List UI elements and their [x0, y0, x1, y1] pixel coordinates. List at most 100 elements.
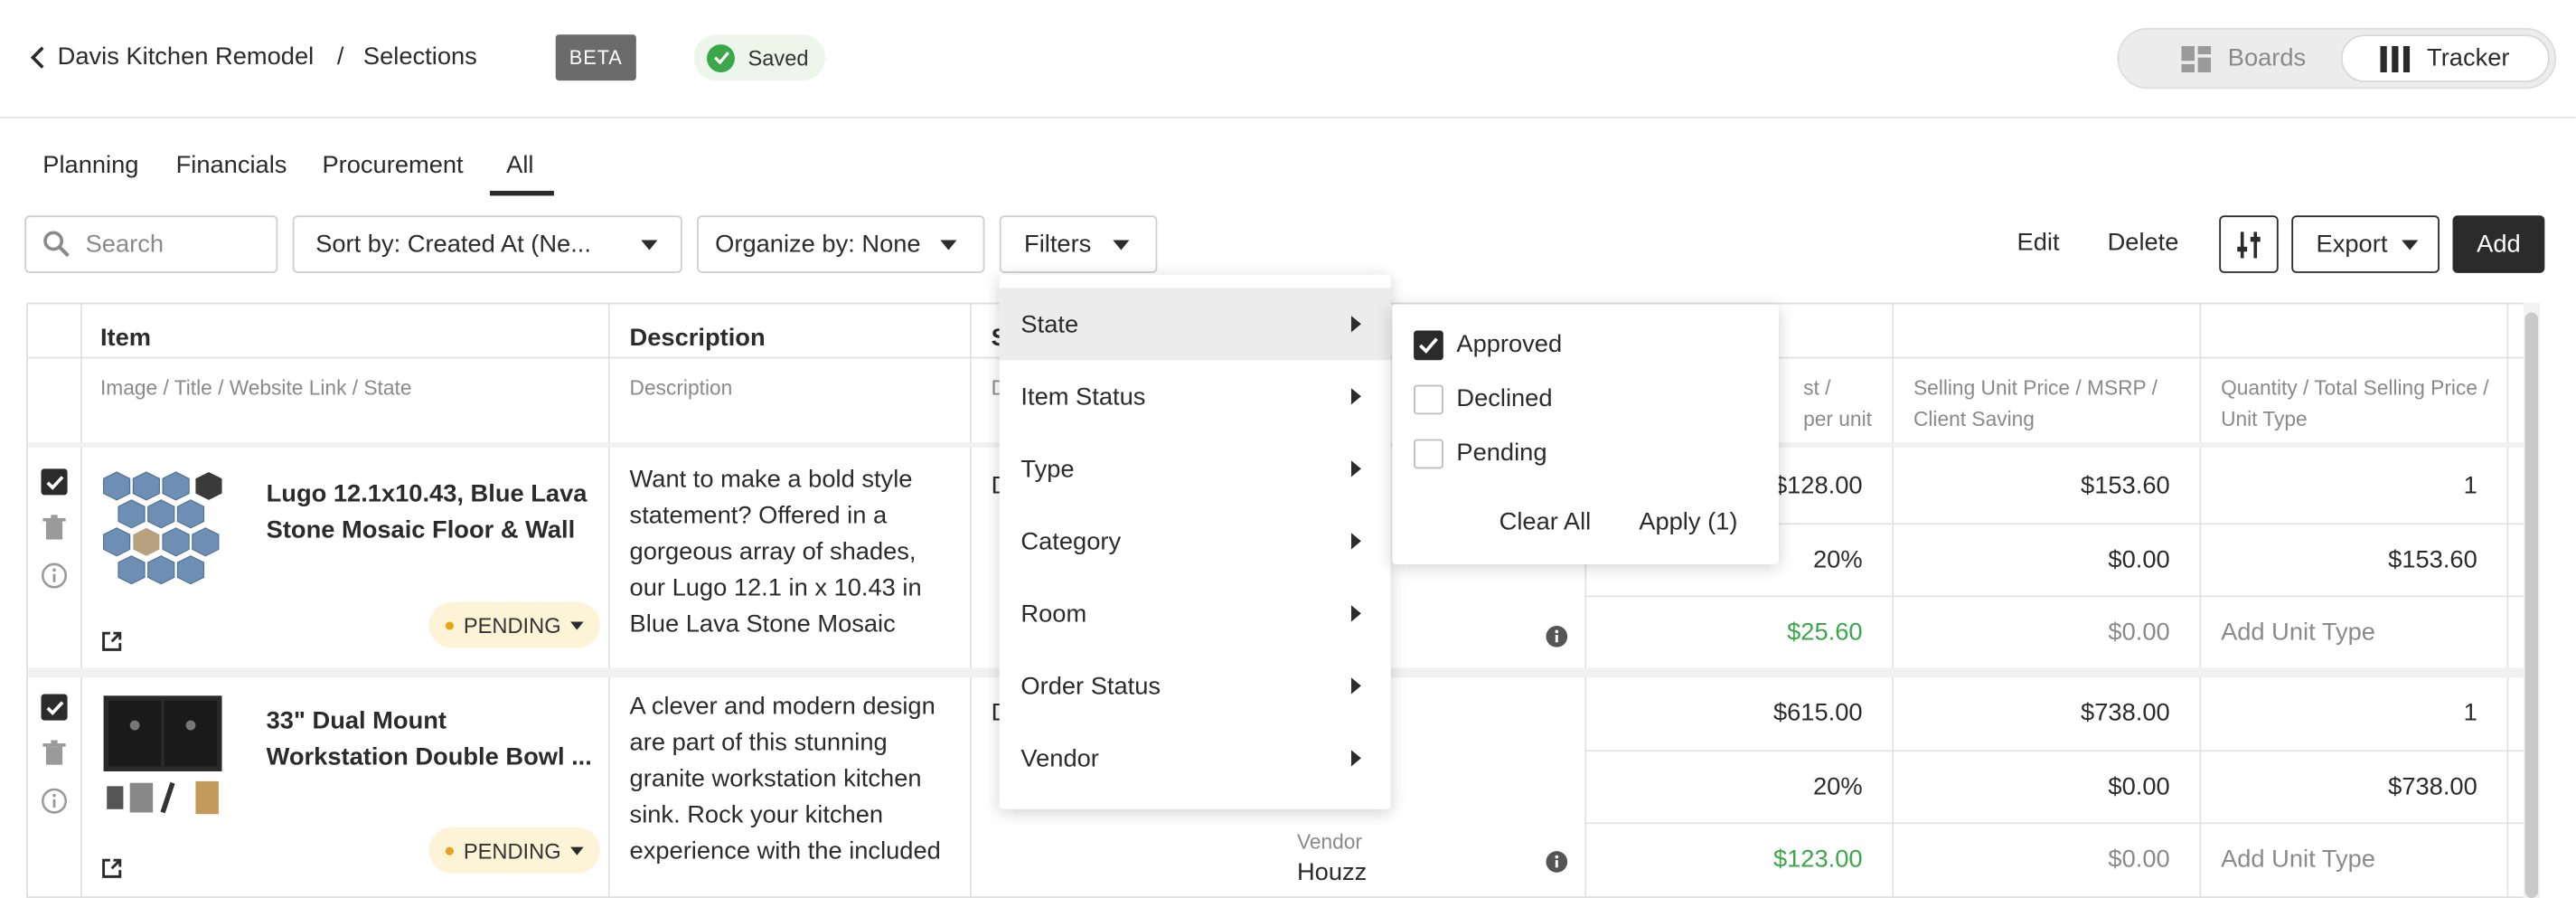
saved-status: Saved	[693, 34, 825, 81]
tab-all[interactable]: All	[506, 151, 533, 179]
menu-item-label: Room	[1020, 599, 1087, 628]
export-button[interactable]: Export	[2291, 215, 2440, 273]
filter-menu-item-state[interactable]: State	[999, 288, 1391, 361]
header-cost-sub-1: st /	[1803, 376, 1831, 400]
breadcrumb-project[interactable]: Davis Kitchen Remodel	[58, 43, 315, 71]
trash-icon[interactable]	[42, 740, 66, 766]
column-settings-button[interactable]	[2219, 215, 2279, 273]
filter-menu-item-type[interactable]: Type	[1000, 434, 1391, 503]
export-label: Export	[2316, 230, 2388, 259]
saving-cell: $25.60	[1787, 618, 1863, 647]
msrp-cell[interactable]: $0.00	[1892, 546, 2169, 574]
vendor-value[interactable]: Houzz	[1297, 858, 1367, 886]
quantity-cell[interactable]: 1	[2199, 699, 2477, 727]
filter-menu-item-item-status[interactable]: Item Status	[1000, 362, 1391, 430]
beta-badge: BETA	[555, 34, 636, 81]
item-title[interactable]: Lugo 12.1x10.43, Blue Lava Stone Mosaic …	[267, 477, 596, 556]
info-icon[interactable]	[41, 562, 68, 589]
quantity-cell[interactable]: 1	[2199, 472, 2477, 500]
filters-button[interactable]: Filters	[999, 215, 1158, 273]
boards-toggle[interactable]: Boards	[2162, 34, 2327, 82]
caret-down-icon	[940, 239, 957, 250]
filter-menu-item-room[interactable]: Room	[1000, 579, 1391, 648]
approved-label[interactable]: Approved	[1456, 331, 1562, 359]
tab-procurement[interactable]: Procurement	[322, 151, 463, 179]
clear-all-button[interactable]: Clear All	[1500, 508, 1592, 536]
apply-button[interactable]: Apply (1)	[1639, 508, 1737, 536]
scrollbar-thumb[interactable]	[2524, 312, 2539, 898]
status-dot	[445, 846, 454, 855]
search-icon	[43, 231, 70, 258]
state-badge[interactable]: PENDING	[428, 827, 601, 874]
state-submenu: Approved Declined Pending Clear All Appl…	[1392, 304, 1779, 564]
check-icon	[1419, 337, 1438, 354]
header-description-sub: Description	[629, 376, 733, 400]
state-label: PENDING	[463, 612, 561, 638]
header-selling-sub: Selling Unit Price / MSRP / Client Savin…	[1913, 376, 2158, 431]
selling-price-cell[interactable]: $153.60	[1892, 472, 2170, 500]
back-icon[interactable]	[30, 46, 52, 72]
saving-cell: $123.00	[1772, 845, 1863, 874]
filter-menu-item-category[interactable]: Category	[1000, 506, 1391, 575]
chevron-right-icon	[1350, 605, 1361, 622]
info-icon[interactable]	[41, 788, 68, 814]
approved-checkbox[interactable]	[1414, 330, 1443, 361]
row-checkbox[interactable]	[41, 468, 68, 496]
total-cell: $153.60	[2388, 545, 2477, 574]
item-image[interactable]	[100, 468, 229, 597]
menu-item-label: State	[1020, 309, 1079, 338]
tab-financials[interactable]: Financials	[176, 151, 287, 179]
caret-down-icon	[1113, 239, 1130, 250]
chevron-right-icon	[1350, 533, 1361, 550]
row-checkbox[interactable]	[41, 694, 68, 721]
state-badge[interactable]: PENDING	[428, 601, 601, 648]
state-label: PENDING	[463, 837, 561, 863]
msrp-cell[interactable]: $0.00	[1892, 773, 2169, 801]
item-image[interactable]	[100, 694, 229, 822]
filter-menu-item-order-status[interactable]: Order Status	[1000, 651, 1391, 720]
vendor-label: Vendor	[1296, 830, 1363, 854]
column-divider	[1892, 304, 1894, 897]
unit-type-cell[interactable]: Add Unit Type	[2221, 619, 2375, 647]
add-button[interactable]: Add	[2452, 215, 2545, 273]
pending-checkbox[interactable]	[1414, 439, 1443, 469]
boards-label: Boards	[2227, 44, 2307, 73]
markup-cell[interactable]: 20%	[1584, 773, 1863, 801]
pending-label[interactable]: Pending	[1456, 440, 1547, 468]
declined-label[interactable]: Declined	[1456, 385, 1552, 413]
selling-price-cell[interactable]: $738.00	[1892, 699, 2170, 727]
filter-menu: State Item Status Type Category Room Ord…	[999, 274, 1391, 809]
unit-type-cell[interactable]: Add Unit Type	[2221, 846, 2375, 874]
trash-icon[interactable]	[42, 515, 66, 541]
search-input[interactable]: Search	[24, 215, 278, 273]
external-link-icon[interactable]	[102, 631, 122, 651]
row-divider	[1584, 750, 2539, 752]
edit-button[interactable]: Edit	[2017, 229, 2060, 257]
delete-button[interactable]: Delete	[2108, 229, 2179, 257]
sort-label: Sort by: Created At (Ne...	[315, 230, 591, 259]
tracker-toggle[interactable]: Tracker	[2340, 34, 2550, 82]
item-title[interactable]: 33" Dual Mount Workstation Double Bowl .…	[267, 704, 596, 783]
client-saving-cell: $0.00	[2108, 618, 2170, 647]
breadcrumb-separator: /	[336, 43, 344, 71]
external-link-icon[interactable]	[102, 858, 122, 878]
header-item[interactable]: Item	[100, 324, 151, 352]
tab-planning[interactable]: Planning	[42, 151, 138, 179]
filter-menu-item-vendor[interactable]: Vendor	[1000, 723, 1391, 792]
active-tab-indicator	[489, 190, 554, 196]
header-description[interactable]: Description	[630, 324, 766, 352]
row-divider	[1584, 595, 2539, 598]
organize-dropdown[interactable]: Organize by: None	[697, 215, 985, 273]
sort-dropdown[interactable]: Sort by: Created At (Ne...	[292, 215, 682, 273]
cost-cell[interactable]: $615.00	[1584, 699, 1863, 727]
chevron-right-icon	[1350, 316, 1361, 333]
declined-checkbox[interactable]	[1414, 384, 1443, 415]
client-saving-cell: $0.00	[2108, 845, 2170, 874]
column-divider	[80, 304, 82, 897]
menu-item-label: Item Status	[1020, 382, 1146, 411]
info-icon[interactable]	[1546, 850, 1568, 873]
info-icon[interactable]	[1546, 625, 1568, 648]
sliders-icon	[2237, 231, 2261, 258]
menu-item-label: Category	[1020, 526, 1122, 555]
column-divider	[2199, 304, 2202, 897]
